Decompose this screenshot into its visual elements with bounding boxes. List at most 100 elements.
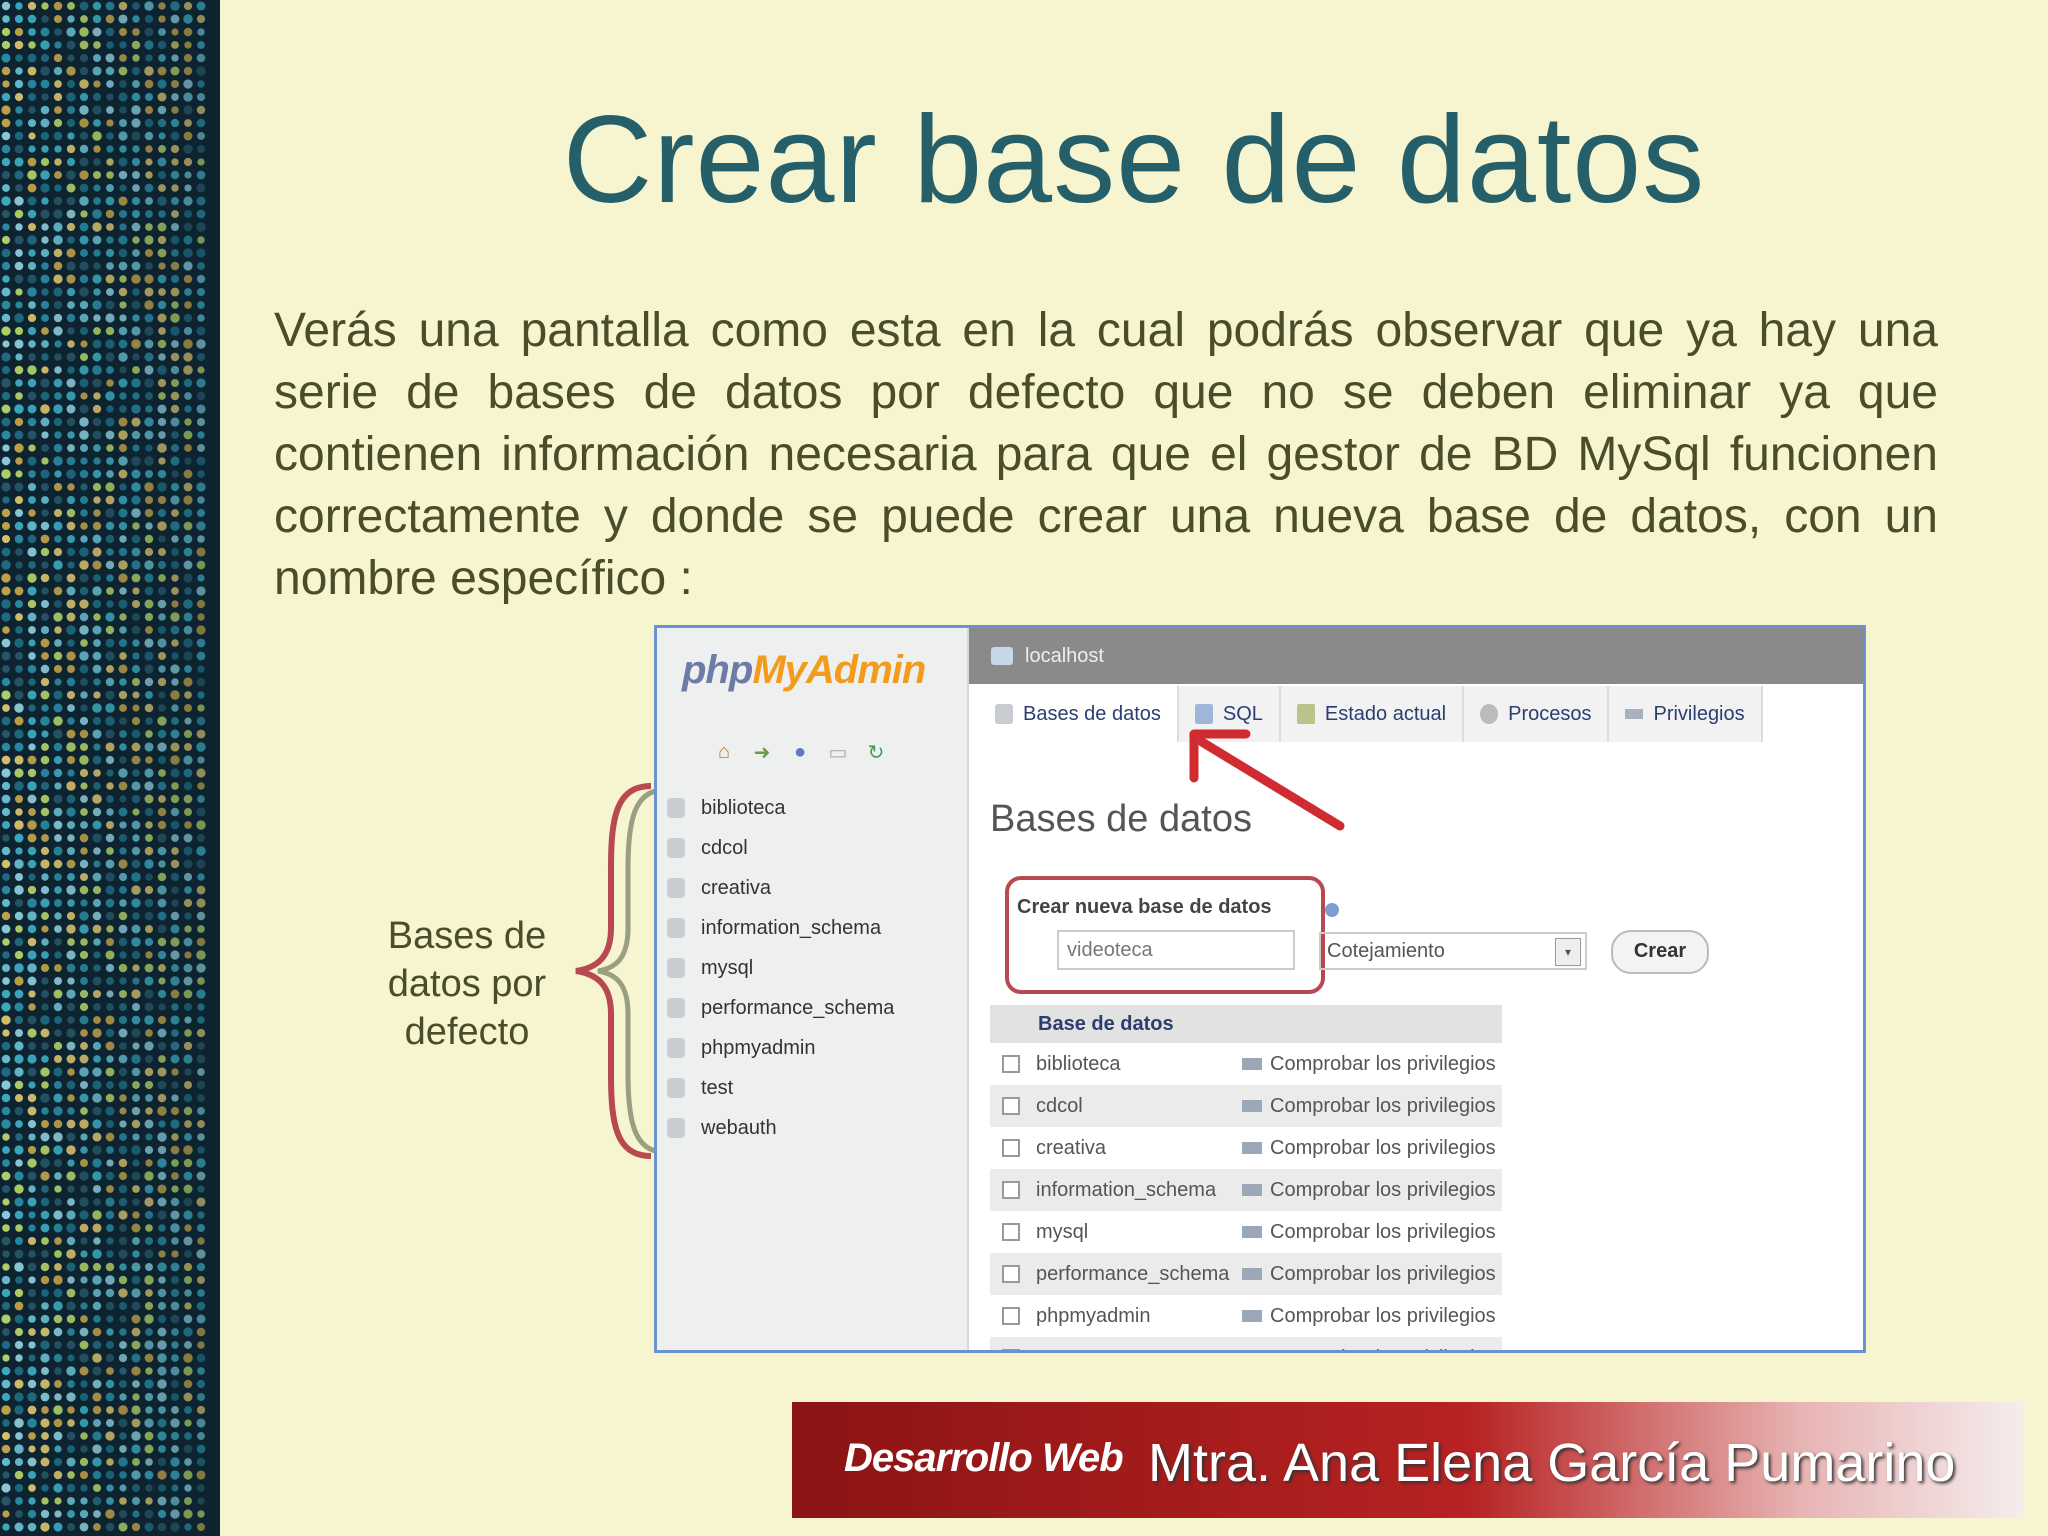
check-privileges-link[interactable]: Comprobar los privilegios — [1270, 1221, 1496, 1244]
decorative-dot — [131, 430, 141, 440]
row-checkbox[interactable] — [1002, 1181, 1020, 1199]
check-privileges-link[interactable]: Comprobar los privilegios — [1270, 1179, 1496, 1202]
sidebar-database-item[interactable]: webauth — [667, 1108, 894, 1148]
decorative-dot — [118, 1353, 128, 1363]
decorative-dot — [79, 131, 89, 141]
decorative-dot — [105, 417, 115, 427]
decorative-dot — [1, 1444, 11, 1454]
decorative-dot — [106, 548, 114, 556]
decorative-dot — [157, 755, 167, 765]
decorative-dot — [15, 561, 23, 569]
decorative-dot — [92, 14, 102, 24]
decorative-dot — [171, 210, 179, 218]
decorative-dot — [40, 27, 50, 37]
check-privileges-link[interactable]: Comprobar los privilegios — [1270, 1263, 1496, 1286]
decorative-dot — [27, 417, 37, 427]
tab-processes[interactable]: Procesos — [1464, 686, 1610, 742]
decorative-dot — [67, 769, 75, 777]
check-privileges-link[interactable]: Comprobar los privilegios — [1270, 1347, 1496, 1351]
decorative-dot — [80, 821, 88, 829]
database-name-link[interactable]: phpmyadmin — [1036, 1305, 1242, 1328]
decorative-dot — [40, 1353, 50, 1363]
decorative-dot — [41, 1432, 49, 1440]
create-button[interactable]: Crear — [1611, 930, 1709, 974]
decorative-dot — [41, 613, 49, 621]
decorative-dot — [197, 1094, 205, 1102]
row-checkbox[interactable] — [1002, 1307, 1020, 1325]
sidebar-database-item[interactable]: information_schema — [667, 908, 894, 948]
decorative-dot — [157, 677, 167, 687]
decorative-dot — [66, 573, 76, 583]
decorative-dot — [132, 1094, 140, 1102]
table-header[interactable]: Base de datos — [990, 1005, 1502, 1043]
privileges-icon — [1242, 1142, 1262, 1154]
decorative-dot — [93, 613, 101, 621]
sidebar-database-item[interactable]: performance_schema — [667, 988, 894, 1028]
decorative-dot — [183, 976, 193, 986]
info-icon[interactable] — [1325, 903, 1339, 917]
decorative-dot — [28, 561, 36, 569]
decorative-dot — [53, 235, 63, 245]
reload-icon[interactable]: ↻ — [864, 740, 888, 764]
decorative-dot — [14, 443, 24, 453]
decorative-dot — [196, 105, 206, 115]
decorative-dot — [67, 847, 75, 855]
decorative-dot — [79, 1015, 89, 1025]
database-name-link[interactable]: mysql — [1036, 1221, 1242, 1244]
check-privileges-link[interactable]: Comprobar los privilegios — [1270, 1137, 1496, 1160]
decorative-dot — [15, 1432, 23, 1440]
home-icon[interactable]: ⌂ — [712, 740, 736, 764]
row-checkbox[interactable] — [1002, 1055, 1020, 1073]
database-name-link[interactable]: cdcol — [1036, 1095, 1242, 1118]
decorative-dot — [14, 131, 24, 141]
tab-databases[interactable]: Bases de datos — [979, 686, 1179, 742]
sidebar-database-item[interactable]: cdcol — [667, 828, 894, 868]
sidebar-database-item[interactable]: phpmyadmin — [667, 1028, 894, 1068]
database-name-link[interactable]: information_schema — [1036, 1179, 1242, 1202]
decorative-dot — [144, 14, 154, 24]
database-name-link[interactable]: creativa — [1036, 1137, 1242, 1160]
database-name-link[interactable]: biblioteca — [1036, 1053, 1242, 1076]
collation-select[interactable]: Cotejamiento ▾ — [1319, 932, 1587, 970]
database-name-link[interactable]: performance_schema — [1036, 1263, 1242, 1286]
row-checkbox[interactable] — [1002, 1349, 1020, 1350]
decorative-dot — [1, 859, 11, 869]
sidebar-database-item[interactable]: biblioteca — [667, 788, 894, 828]
sidebar-database-item[interactable]: test — [667, 1068, 894, 1108]
check-privileges-link[interactable]: Comprobar los privilegios — [1270, 1095, 1496, 1118]
decorative-dot — [2, 340, 10, 348]
decorative-dot — [54, 28, 62, 36]
decorative-dot — [131, 716, 141, 726]
decorative-dot — [2, 275, 10, 283]
decorative-dot — [106, 808, 114, 816]
row-checkbox[interactable] — [1002, 1097, 1020, 1115]
database-name-link[interactable]: test — [1036, 1347, 1242, 1351]
docs-icon[interactable]: ▭ — [826, 740, 850, 764]
help-icon[interactable]: ● — [788, 740, 812, 764]
check-privileges-link[interactable]: Comprobar los privilegios — [1270, 1053, 1496, 1076]
new-database-name-input[interactable]: videoteca — [1057, 930, 1295, 970]
decorative-dot — [27, 859, 37, 869]
decorative-dot — [1, 1483, 11, 1493]
decorative-dot — [14, 313, 24, 323]
logout-icon[interactable]: ➜ — [750, 740, 774, 764]
check-privileges-link[interactable]: Comprobar los privilegios — [1270, 1305, 1496, 1328]
decorative-dot — [53, 1002, 63, 1012]
decorative-dot — [171, 249, 179, 257]
decorative-dot — [119, 80, 127, 88]
decorative-dot — [119, 678, 127, 686]
row-checkbox[interactable] — [1002, 1223, 1020, 1241]
sidebar-database-item[interactable]: creativa — [667, 868, 894, 908]
server-breadcrumb[interactable]: localhost — [969, 628, 1863, 684]
sidebar-database-item[interactable]: mysql — [667, 948, 894, 988]
row-checkbox[interactable] — [1002, 1139, 1020, 1157]
row-checkbox[interactable] — [1002, 1265, 1020, 1283]
decorative-dot — [183, 755, 193, 765]
decorative-dot — [196, 950, 206, 960]
decorative-dot — [197, 1432, 205, 1440]
tab-privileges[interactable]: Privilegios — [1609, 686, 1763, 742]
decorative-dot — [53, 1080, 63, 1090]
decorative-dot — [118, 911, 128, 921]
decorative-dot — [131, 1028, 141, 1038]
decorative-dot — [105, 300, 115, 310]
